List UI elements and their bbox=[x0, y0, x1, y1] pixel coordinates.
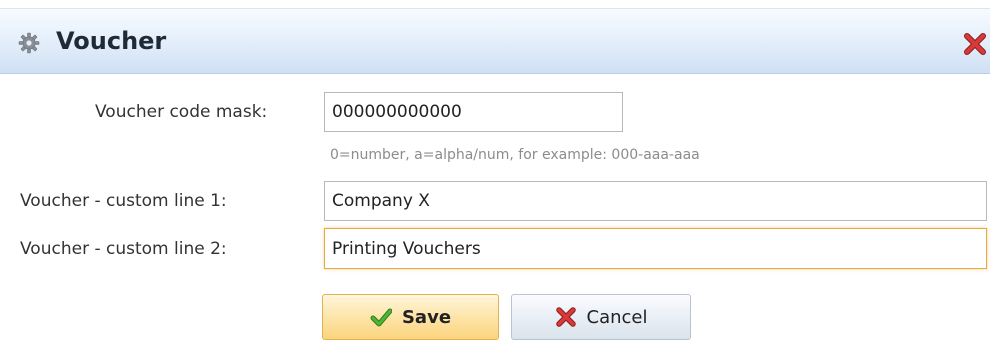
dialog-title: Voucher bbox=[56, 27, 167, 55]
checkmark-icon bbox=[370, 306, 393, 328]
save-button[interactable]: Save bbox=[322, 294, 499, 340]
custom-line-2-input[interactable] bbox=[324, 228, 987, 269]
save-button-label: Save bbox=[401, 306, 452, 328]
close-icon[interactable] bbox=[962, 31, 988, 57]
code-mask-hint: 0=number, a=alpha/num, for example: 000-… bbox=[330, 147, 700, 163]
custom-line-1-input[interactable] bbox=[324, 181, 987, 221]
dialog-titlebar: Voucher bbox=[0, 8, 990, 74]
custom-line-2-label: Voucher - custom line 2: bbox=[20, 239, 227, 259]
custom-line-1-label: Voucher - custom line 1: bbox=[20, 191, 227, 211]
code-mask-input[interactable] bbox=[324, 92, 623, 132]
cancel-button-label: Cancel bbox=[586, 306, 648, 328]
gear-icon bbox=[18, 32, 40, 54]
code-mask-label: Voucher code mask: bbox=[95, 102, 268, 122]
x-icon bbox=[555, 306, 577, 328]
cancel-button[interactable]: Cancel bbox=[511, 294, 691, 340]
